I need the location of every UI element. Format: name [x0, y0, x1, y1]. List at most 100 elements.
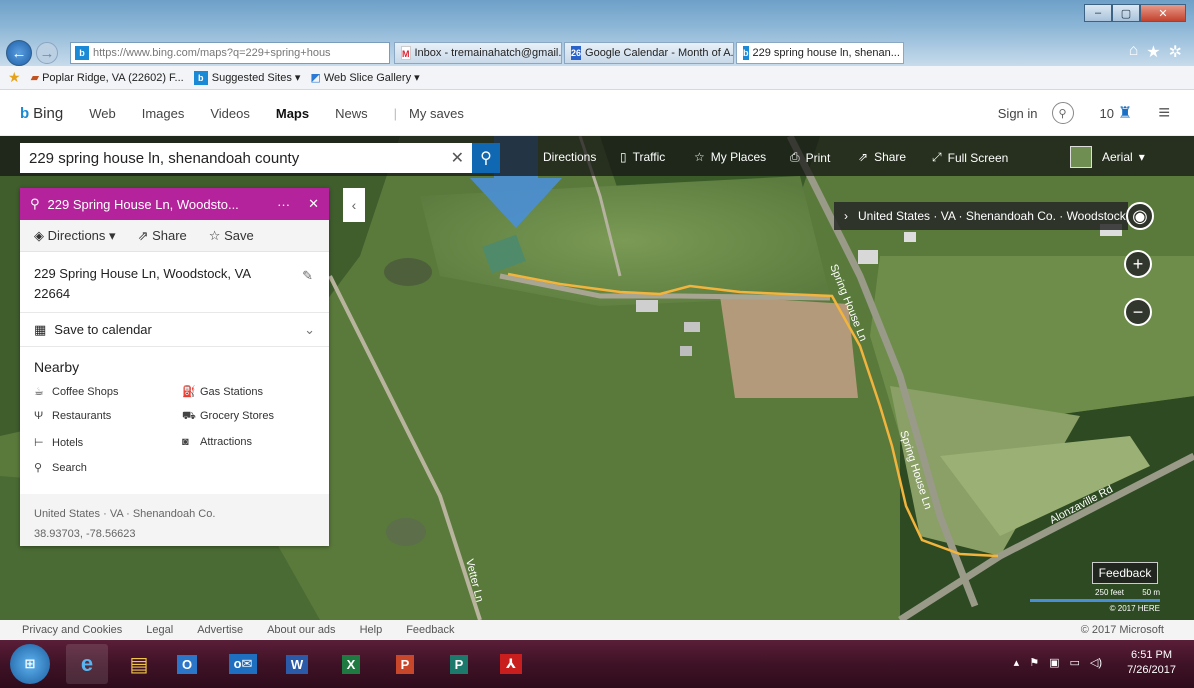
building	[684, 322, 700, 332]
nearby-gas-stations[interactable]: ⛽ Gas Stations	[182, 385, 322, 398]
favorite-label: Poplar Ridge, VA (22602) F...	[42, 72, 184, 84]
start-button-icon[interactable]: ⊞	[10, 644, 50, 684]
tab-gmail[interactable]: M Inbox - tremainahatch@gmail....	[394, 42, 562, 64]
browser-tab-row: ← → b https://www.bing.com/maps?q=229+sp…	[4, 38, 1190, 66]
gear-icon[interactable]: ✲	[1169, 42, 1182, 62]
address-block: 229 Spring House Ln, Woodstock, VA 22664…	[20, 252, 329, 313]
tab-calendar[interactable]: 26 Google Calendar - Month of A...	[564, 42, 734, 64]
locate-me-icon[interactable]: ◉	[1126, 202, 1154, 230]
powerpoint-icon[interactable]: P	[384, 644, 426, 684]
favorite-label: Suggested Sites ▾	[211, 71, 301, 84]
back-arrow-icon[interactable]: ←	[6, 40, 32, 66]
nav-news[interactable]: News	[335, 106, 368, 121]
publisher-icon[interactable]: P	[438, 644, 480, 684]
nav-divider: |	[393, 105, 397, 121]
footer-copyright: © 2017 Microsoft	[1080, 624, 1164, 636]
outlook-app-icon[interactable]: O	[166, 644, 208, 684]
nearby-search[interactable]: ⚲ Search	[34, 461, 182, 474]
collapse-panel-icon[interactable]: ‹	[343, 188, 365, 222]
panel-actions: ◈ Directions ▾ ⇗ Share ☆ Save	[20, 220, 329, 252]
footer-advertise-link[interactable]: Advertise	[197, 624, 243, 636]
network-icon[interactable]: ▭	[1069, 656, 1079, 669]
tab-label: Google Calendar - Month of A...	[585, 47, 734, 59]
full-screen-button[interactable]: ⤢ Full Screen	[932, 150, 1008, 165]
user-avatar-icon[interactable]: ⚲	[1051, 102, 1074, 124]
nearby-restaurants[interactable]: Ψ Restaurants	[34, 410, 182, 424]
nearby-attractions[interactable]: ◙ Attractions	[182, 436, 322, 449]
tray-expand-icon[interactable]: ▴	[1014, 656, 1020, 669]
rewards-count[interactable]: 10	[1100, 106, 1114, 121]
nav-maps[interactable]: Maps	[276, 106, 309, 121]
panel-directions-button[interactable]: ◈ Directions ▾	[34, 228, 116, 244]
bing-logo[interactable]: b Bing	[20, 105, 63, 122]
close-panel-icon[interactable]: ✕	[308, 196, 319, 212]
bing-favicon-icon: b	[75, 46, 89, 60]
acrobat-icon[interactable]: ⅄	[490, 644, 532, 684]
favorite-label: Web Slice Gallery ▾	[323, 72, 420, 84]
star-icon[interactable]: ★	[1146, 42, 1160, 62]
home-icon[interactable]: ⌂	[1129, 42, 1139, 62]
footer-legal-link[interactable]: Legal	[146, 624, 173, 636]
footer-privacy-link[interactable]: Privacy and Cookies	[22, 624, 122, 636]
bing-logo-icon: b	[20, 104, 30, 122]
nearby-coffee-shops[interactable]: ☕ Coffee Shops	[34, 385, 182, 398]
footer-about-ads-link[interactable]: About our ads	[267, 624, 336, 636]
address-bar[interactable]: b https://www.bing.com/maps?q=229+spring…	[70, 42, 390, 64]
close-window-button[interactable]: ✕	[1140, 4, 1186, 22]
page-footer: Privacy and Cookies Legal Advertise Abou…	[0, 620, 1194, 640]
hamburger-menu-icon[interactable]: ≡	[1158, 102, 1170, 125]
nav-web[interactable]: Web	[89, 106, 116, 121]
word-icon[interactable]: W	[276, 644, 318, 684]
favorite-item[interactable]: ◩ Web Slice Gallery ▾	[310, 71, 419, 84]
favorite-item[interactable]: b Suggested Sites ▾	[193, 70, 301, 85]
sign-in-link[interactable]: Sign in	[998, 106, 1038, 121]
my-places-button[interactable]: ☆ My Places	[694, 150, 766, 164]
maximize-button[interactable]: ▢	[1112, 4, 1140, 22]
map-feedback-button[interactable]: Feedback	[1092, 562, 1158, 584]
print-button[interactable]: ⎙ Print	[790, 150, 830, 165]
device-icon[interactable]: ▣	[1049, 656, 1059, 669]
clear-search-icon[interactable]: ✕	[451, 148, 464, 168]
minimize-button[interactable]: ‒	[1084, 4, 1112, 22]
directions-button[interactable]: Directions	[543, 150, 596, 164]
share-button[interactable]: ⇗ Share	[858, 150, 906, 164]
panel-save-button[interactable]: ☆ Save	[209, 228, 254, 244]
nearby-label: Hotels	[52, 437, 84, 449]
zoom-in-icon[interactable]: +	[1124, 250, 1152, 278]
map-style-selector[interactable]: Aerial ▾	[1070, 146, 1145, 168]
internet-explorer-icon[interactable]: e	[66, 644, 108, 684]
favorites-star-icon[interactable]: ★	[8, 69, 21, 86]
traffic-button[interactable]: ▯ Traffic	[620, 150, 665, 164]
excel-icon[interactable]: X	[330, 644, 372, 684]
panel-share-button[interactable]: ⇗ Share	[138, 228, 187, 244]
star-outline-icon: ☆	[694, 150, 705, 164]
flag-icon[interactable]: ⚑	[1029, 656, 1039, 669]
volume-icon[interactable]: ◁)	[1090, 656, 1102, 669]
nearby-title: Nearby	[34, 359, 80, 375]
map-search-input[interactable]: 229 spring house ln, shenandoah county ✕	[20, 143, 472, 173]
tab-bing-maps[interactable]: b 229 spring house ln, shenan... ✕	[736, 42, 904, 64]
weather-icon: ▰	[30, 72, 43, 84]
footer-feedback-link[interactable]: Feedback	[406, 624, 454, 636]
favorite-item[interactable]: ▰ Poplar Ridge, VA (22602) F...	[31, 71, 184, 84]
file-explorer-icon[interactable]: ▤	[118, 644, 160, 684]
nav-images[interactable]: Images	[142, 106, 185, 121]
map-breadcrumb[interactable]: › United States · VA · Shenandoah Co. · …	[834, 202, 1128, 230]
outlook-mail-icon[interactable]: o✉	[222, 644, 264, 684]
zoom-out-icon[interactable]: −	[1124, 298, 1152, 326]
nearby-hotels[interactable]: ⊢ Hotels	[34, 436, 182, 449]
nav-my-saves[interactable]: My saves	[409, 106, 464, 121]
forward-arrow-icon[interactable]: →	[36, 42, 58, 64]
tool-label: My Places	[710, 150, 767, 164]
tool-label: Full Screen	[947, 150, 1009, 165]
search-icon[interactable]: ⚲	[472, 143, 500, 173]
edit-pencil-icon[interactable]: ✎	[302, 266, 313, 286]
nearby-grocery-stores[interactable]: ⛟ Grocery Stores	[182, 410, 322, 424]
footer-help-link[interactable]: Help	[360, 624, 383, 636]
trophy-icon[interactable]: ♜	[1118, 103, 1132, 123]
bing-logo-text: Bing	[33, 104, 64, 122]
clock[interactable]: 6:51 PM 7/26/2017	[1127, 648, 1176, 678]
save-to-calendar-row[interactable]: ▦ Save to calendar ⌄	[20, 313, 329, 347]
nav-videos[interactable]: Videos	[210, 106, 250, 121]
more-options-icon[interactable]: ···	[277, 197, 290, 212]
